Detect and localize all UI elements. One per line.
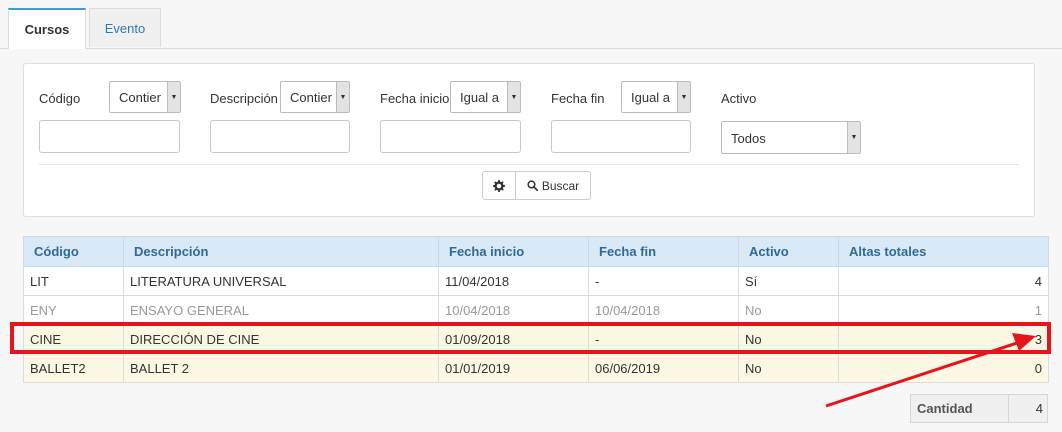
totals-table: Cantidad 4 [910,394,1048,423]
descripcion-input[interactable] [210,120,350,153]
table-header-row: Código Descripción Fecha inicio Fecha fi… [23,236,1049,267]
search-icon [527,180,538,191]
filter-actions: Buscar [482,171,591,200]
column-header-fecha-inicio[interactable]: Fecha inicio [438,236,589,267]
codigo-operator-select[interactable]: Contier ▼ [109,81,181,113]
fecha-fin-operator-select[interactable]: Igual a ▼ [621,81,691,113]
search-button[interactable]: Buscar [516,171,591,200]
cell-descripcion: DIRECCIÓN DE CINE [123,324,439,354]
table-row[interactable]: ENY ENSAYO GENERAL 10/04/2018 10/04/2018… [23,295,1049,325]
chevron-down-icon: ▼ [507,82,520,112]
descripcion-label: Descripción [210,91,278,106]
cell-fecha-fin: 06/06/2019 [588,353,739,383]
cell-altas: 3 [838,324,1049,354]
column-header-fecha-fin[interactable]: Fecha fin [588,236,739,267]
chevron-down-icon: ▼ [167,82,180,112]
fecha-inicio-operator-select[interactable]: Igual a ▼ [450,81,521,113]
column-header-descripcion[interactable]: Descripción [123,236,439,267]
table-row[interactable]: BALLET2 BALLET 2 01/01/2019 06/06/2019 N… [23,353,1049,383]
cell-activo: Sí [738,266,839,296]
cell-descripcion: LITERATURA UNIVERSAL [123,266,439,296]
tab-cursos[interactable]: Cursos [8,8,86,49]
fecha-inicio-operator-value: Igual a [460,90,500,105]
filter-divider [39,164,1019,165]
cell-codigo: ENY [23,295,124,325]
cell-codigo: CINE [23,324,124,354]
codigo-input[interactable] [39,120,180,153]
fecha-inicio-label: Fecha inicio [380,91,450,106]
fecha-inicio-input[interactable] [380,120,521,153]
cell-activo: No [738,353,839,383]
descripcion-operator-select[interactable]: Contier ▼ [280,81,350,113]
filter-panel: Código Contier ▼ Descripción Contier ▼ F… [23,63,1035,217]
chevron-down-icon: ▼ [677,82,690,112]
chevron-down-icon: ▼ [847,122,860,153]
cell-fecha-fin: - [588,266,739,296]
descripcion-operator-value: Contier [290,90,332,105]
column-header-activo[interactable]: Activo [738,236,839,267]
cell-altas: 0 [838,353,1049,383]
cell-codigo: BALLET2 [23,353,124,383]
column-header-altas-totales[interactable]: Altas totales [838,236,1049,267]
cell-descripcion: BALLET 2 [123,353,439,383]
cell-altas: 1 [838,295,1049,325]
table-row[interactable]: LIT LITERATURA UNIVERSAL 11/04/2018 - Sí… [23,266,1049,296]
cell-fecha-fin: - [588,324,739,354]
tab-bar: Cursos Evento [0,0,1062,49]
activo-select[interactable]: Todos ▼ [721,121,861,154]
search-button-label: Buscar [541,178,580,193]
cell-fecha-fin: 10/04/2018 [588,295,739,325]
gear-icon [493,179,505,192]
table-row[interactable]: CINE DIRECCIÓN DE CINE 01/09/2018 - No 3 [23,324,1049,354]
cell-codigo: LIT [23,266,124,296]
cell-activo: No [738,324,839,354]
chevron-down-icon: ▼ [336,82,349,112]
cell-altas: 4 [838,266,1049,296]
cell-fecha-inicio: 11/04/2018 [438,266,589,296]
column-header-codigo[interactable]: Código [23,236,124,267]
activo-label: Activo [721,91,757,106]
tab-evento[interactable]: Evento [89,8,161,47]
cell-fecha-inicio: 01/09/2018 [438,324,589,354]
results-table: Código Descripción Fecha inicio Fecha fi… [23,236,1049,383]
cell-activo: No [738,295,839,325]
fecha-fin-input[interactable] [551,120,691,153]
settings-button[interactable] [482,171,516,200]
fecha-fin-label: Fecha fin [551,91,605,106]
cell-fecha-inicio: 10/04/2018 [438,295,589,325]
cell-fecha-inicio: 01/01/2019 [438,353,589,383]
activo-select-value: Todos [731,131,766,146]
codigo-label: Código [39,91,81,106]
codigo-operator-value: Contier [119,90,161,105]
cell-descripcion: ENSAYO GENERAL [123,295,439,325]
totals-label: Cantidad [910,394,1009,423]
fecha-fin-operator-value: Igual a [631,90,671,105]
totals-value: 4 [1008,394,1048,423]
